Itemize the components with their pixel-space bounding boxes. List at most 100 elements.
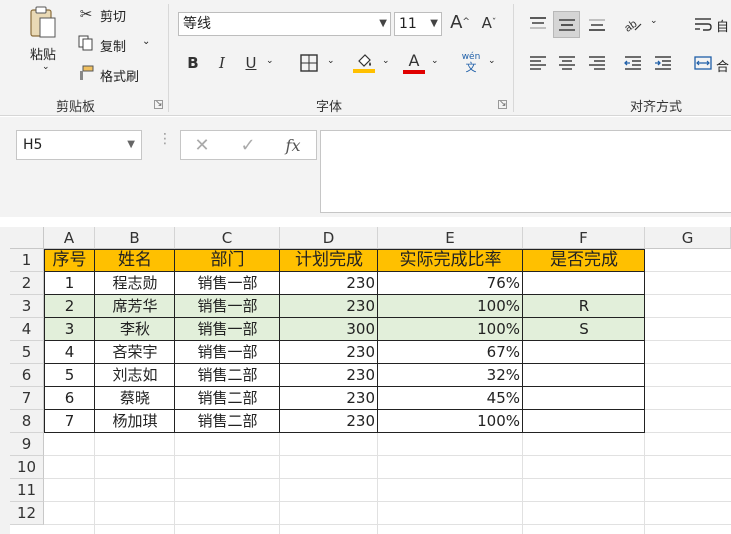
cell-actual-rate[interactable]: 32% xyxy=(378,364,523,387)
cell-name[interactable]: 李秋 xyxy=(95,318,175,341)
align-top-icon[interactable] xyxy=(525,11,551,37)
cell-completed[interactable] xyxy=(523,364,645,387)
row-header-5[interactable]: 5 xyxy=(10,341,44,364)
decrease-font-size-icon[interactable]: Aˇ xyxy=(478,12,500,34)
bold-button[interactable]: B xyxy=(184,52,202,74)
font-color-icon[interactable]: A xyxy=(403,50,425,76)
row-header-12[interactable]: 12 xyxy=(10,502,44,525)
cell-department[interactable]: 销售一部 xyxy=(175,318,280,341)
phonetic-dropdown-icon[interactable]: ⌄ xyxy=(488,56,496,66)
row-header-2[interactable]: 2 xyxy=(10,272,44,295)
header-cell[interactable]: 部门 xyxy=(175,249,280,272)
cell-name[interactable]: 蔡晓 xyxy=(95,387,175,410)
cell-index[interactable]: 3 xyxy=(44,318,95,341)
header-cell[interactable]: 是否完成 xyxy=(523,249,645,272)
wrap-text-button[interactable]: 自 xyxy=(716,16,729,35)
cell-name[interactable]: 杨加琪 xyxy=(95,410,175,433)
cell-actual-rate[interactable]: 100% xyxy=(378,318,523,341)
column-header-c[interactable]: C xyxy=(175,227,280,249)
cell-completed[interactable]: R xyxy=(523,295,645,318)
align-middle-icon[interactable] xyxy=(553,11,580,38)
insert-function-button[interactable]: fx xyxy=(281,134,305,156)
cell-completed[interactable]: S xyxy=(523,318,645,341)
decrease-indent-icon[interactable] xyxy=(620,50,646,76)
row-header-11[interactable]: 11 xyxy=(10,479,44,502)
header-cell[interactable]: 实际完成比率 xyxy=(378,249,523,272)
cell-plan[interactable]: 230 xyxy=(280,410,378,433)
underline-dropdown-icon[interactable]: ⌄ xyxy=(266,56,274,66)
header-cell[interactable]: 计划完成 xyxy=(280,249,378,272)
cell-department[interactable]: 销售二部 xyxy=(175,364,280,387)
select-all-corner[interactable] xyxy=(10,227,44,249)
cell-completed[interactable] xyxy=(523,272,645,295)
wrap-text-icon[interactable] xyxy=(692,11,714,37)
cell-plan[interactable]: 230 xyxy=(280,272,378,295)
row-header-3[interactable]: 3 xyxy=(10,295,44,318)
merge-center-button[interactable]: 合 xyxy=(716,56,729,75)
cell-plan[interactable]: 230 xyxy=(280,295,378,318)
column-header-a[interactable]: A xyxy=(44,227,95,249)
align-left-icon[interactable] xyxy=(525,50,551,76)
row-header-10[interactable]: 10 xyxy=(10,456,44,479)
fill-color-dropdown-icon[interactable]: ⌄ xyxy=(382,56,390,66)
paste-dropdown-icon[interactable]: ⌄ xyxy=(42,62,50,72)
cell-plan[interactable]: 300 xyxy=(280,318,378,341)
borders-dropdown-icon[interactable]: ⌄ xyxy=(327,56,335,66)
row-header-4[interactable]: 4 xyxy=(10,318,44,341)
cell-plan[interactable]: 230 xyxy=(280,387,378,410)
cell-index[interactable]: 7 xyxy=(44,410,95,433)
cell-completed[interactable] xyxy=(523,387,645,410)
font-launcher-icon[interactable]: ↘ xyxy=(498,100,507,109)
increase-indent-icon[interactable] xyxy=(650,50,676,76)
align-right-icon[interactable] xyxy=(584,50,610,76)
paste-button[interactable]: 粘贴 xyxy=(30,44,56,63)
cell-completed[interactable] xyxy=(523,341,645,364)
cell-index[interactable]: 6 xyxy=(44,387,95,410)
cell-plan[interactable]: 230 xyxy=(280,341,378,364)
cancel-icon[interactable]: ✕ xyxy=(191,134,213,156)
cell-name[interactable]: 刘志如 xyxy=(95,364,175,387)
cell-actual-rate[interactable]: 67% xyxy=(378,341,523,364)
underline-button[interactable]: U xyxy=(242,52,260,74)
format-painter-button[interactable]: 格式刷 xyxy=(100,66,139,85)
formula-input[interactable] xyxy=(320,130,731,213)
font-color-dropdown-icon[interactable]: ⌄ xyxy=(431,56,439,66)
header-cell[interactable]: 序号 xyxy=(44,249,95,272)
increase-font-size-icon[interactable]: A ^ xyxy=(448,10,472,34)
cell-completed[interactable] xyxy=(523,410,645,433)
font-name-select[interactable]: 等线 ▼ xyxy=(178,12,391,36)
cell-index[interactable]: 4 xyxy=(44,341,95,364)
cut-button[interactable]: 剪切 xyxy=(100,6,126,25)
header-cell[interactable]: 姓名 xyxy=(95,249,175,272)
column-header-f[interactable]: F xyxy=(523,227,645,249)
font-size-select[interactable]: 11 ▼ xyxy=(394,12,442,36)
align-bottom-icon[interactable] xyxy=(584,11,610,37)
cell-index[interactable]: 2 xyxy=(44,295,95,318)
copy-dropdown-icon[interactable]: ⌄ xyxy=(142,36,150,47)
merge-center-icon[interactable] xyxy=(692,50,714,76)
column-header-d[interactable]: D xyxy=(280,227,378,249)
enter-icon[interactable]: ✓ xyxy=(237,134,259,156)
cell-actual-rate[interactable]: 100% xyxy=(378,410,523,433)
cell-name[interactable]: 程志勋 xyxy=(95,272,175,295)
cell-department[interactable]: 销售一部 xyxy=(175,295,280,318)
cell-name[interactable]: 席芳华 xyxy=(95,295,175,318)
copy-icon[interactable] xyxy=(77,34,95,52)
row-header-1[interactable]: 1 xyxy=(10,249,44,272)
align-center-icon[interactable] xyxy=(553,50,580,76)
cell-actual-rate[interactable]: 45% xyxy=(378,387,523,410)
row-header-9[interactable]: 9 xyxy=(10,433,44,456)
column-header-e[interactable]: E xyxy=(378,227,523,249)
clipboard-launcher-icon[interactable]: ↘ xyxy=(154,100,163,109)
scissors-icon[interactable]: ✂ xyxy=(77,5,95,23)
column-header-g[interactable]: G xyxy=(645,227,731,249)
borders-icon[interactable] xyxy=(298,52,320,74)
name-box[interactable]: H5 ▼ xyxy=(16,130,142,160)
text-orientation-icon[interactable]: ab xyxy=(620,11,646,37)
row-header-7[interactable]: 7 xyxy=(10,387,44,410)
cell-actual-rate[interactable]: 76% xyxy=(378,272,523,295)
column-header-b[interactable]: B xyxy=(95,227,175,249)
row-header-6[interactable]: 6 xyxy=(10,364,44,387)
cell-plan[interactable]: 230 xyxy=(280,364,378,387)
copy-button[interactable]: 复制 xyxy=(100,36,126,55)
